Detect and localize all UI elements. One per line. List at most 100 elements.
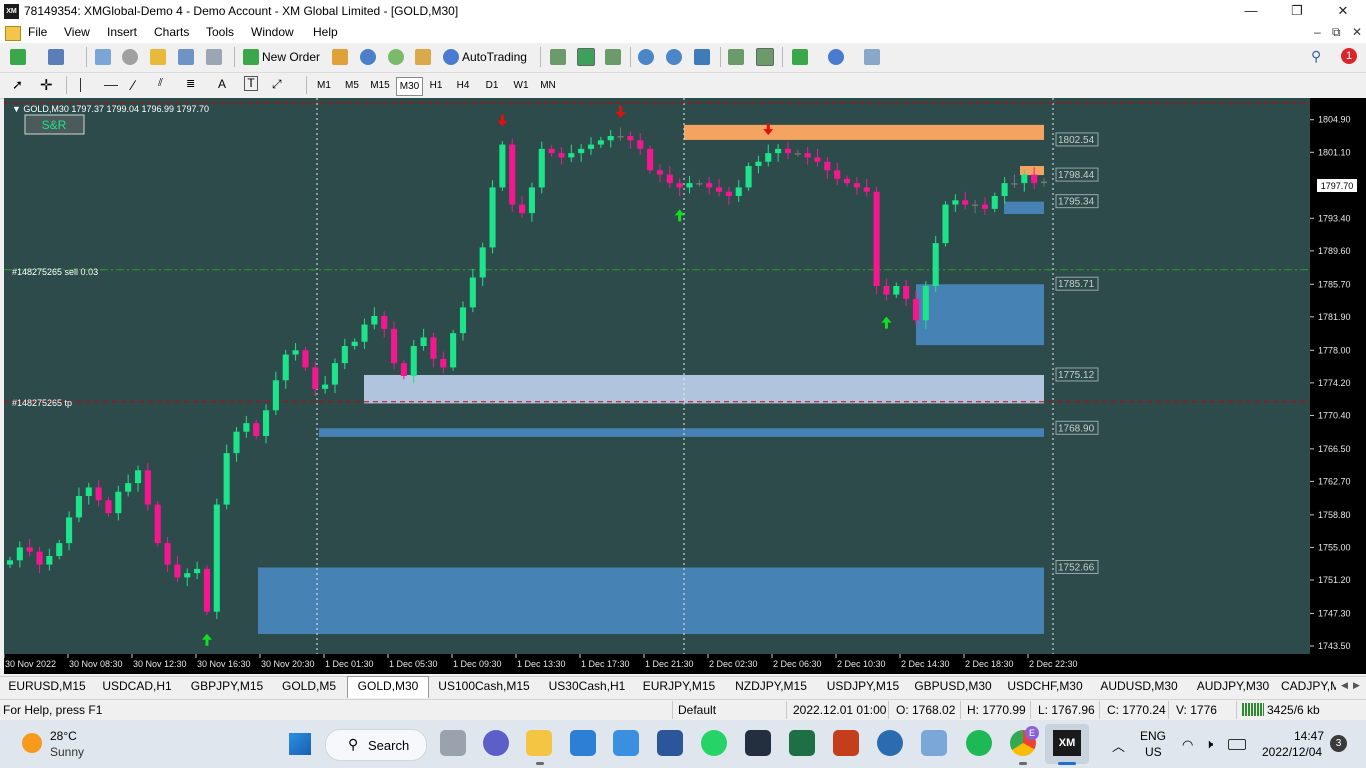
symbol-tab[interactable]: AUDUSD,M30 bbox=[1093, 677, 1185, 696]
text-label-icon[interactable]: T bbox=[244, 76, 258, 91]
timeframe-h1-button[interactable]: H1 bbox=[425, 77, 447, 94]
search-icon[interactable]: ⚲ bbox=[1311, 48, 1321, 65]
timeframe-w1-button[interactable]: W1 bbox=[509, 77, 533, 94]
candlestick-icon[interactable] bbox=[577, 48, 595, 66]
symbol-tab[interactable]: GOLD,M30 bbox=[347, 676, 429, 698]
timeframe-h4-button[interactable]: H4 bbox=[452, 77, 474, 94]
symbol-tab[interactable]: USDJPY,M15 bbox=[819, 677, 907, 696]
word-icon[interactable] bbox=[657, 730, 683, 756]
amazon-icon[interactable] bbox=[745, 730, 771, 756]
timeframe-m1-button[interactable]: M1 bbox=[312, 77, 336, 94]
symbol-tab[interactable]: CADJPY,M bbox=[1281, 677, 1336, 696]
minimize-button[interactable]: — bbox=[1228, 0, 1274, 23]
tab-scroll-left-button[interactable]: ◀ bbox=[1341, 680, 1348, 691]
templates-icon[interactable] bbox=[864, 49, 880, 65]
excel-icon[interactable] bbox=[789, 730, 815, 756]
teams-chat-icon[interactable] bbox=[483, 730, 509, 756]
education-icon[interactable] bbox=[877, 730, 903, 756]
spotify-icon[interactable] bbox=[966, 730, 992, 756]
clock-date[interactable]: 2022/12/04 bbox=[1262, 745, 1322, 759]
timeframe-m30-button[interactable]: M30 bbox=[396, 77, 423, 96]
battery-icon[interactable] bbox=[1228, 739, 1246, 750]
microsoft-store-icon[interactable] bbox=[613, 730, 639, 756]
zoom-in-icon[interactable] bbox=[638, 49, 654, 65]
windows-start-icon[interactable] bbox=[289, 733, 311, 755]
zoom-out-icon[interactable] bbox=[666, 49, 682, 65]
timeframe-mn-button[interactable]: MN bbox=[536, 77, 560, 94]
menu-file[interactable]: File bbox=[28, 25, 47, 39]
equidistant-channel-icon[interactable]: ⫽ bbox=[158, 77, 163, 90]
market-icon[interactable] bbox=[415, 49, 431, 65]
autotrading-button[interactable]: AutoTrading bbox=[440, 47, 532, 67]
data-window-icon[interactable] bbox=[122, 49, 138, 65]
strategy-tester-icon[interactable] bbox=[206, 49, 222, 65]
auto-scroll-icon[interactable] bbox=[756, 48, 774, 66]
symbol-tab[interactable]: EURJPY,M15 bbox=[635, 677, 723, 696]
menu-tools[interactable]: Tools bbox=[206, 25, 234, 39]
mdi-restore-button[interactable]: ⧉ bbox=[1332, 25, 1341, 40]
chart-window[interactable]: 1804.90 1801.10 1793.40 1789.60 1785.70 1781.… bbox=[4, 98, 1366, 674]
new-order-button[interactable]: New Order bbox=[240, 47, 322, 67]
fibonacci-icon[interactable]: ≣ bbox=[186, 77, 195, 90]
tile-windows-icon[interactable] bbox=[694, 49, 710, 65]
symbol-tab[interactable]: USDCHF,M30 bbox=[999, 677, 1091, 696]
cursor-icon[interactable]: ➚ bbox=[12, 77, 23, 93]
vertical-line-icon[interactable] bbox=[80, 78, 81, 92]
weather-description[interactable]: Sunny bbox=[50, 745, 84, 759]
symbol-tab[interactable]: USDCAD,H1 bbox=[93, 677, 181, 696]
symbol-tab[interactable]: GOLD,M5 bbox=[273, 677, 345, 696]
weather-temperature[interactable]: 28°C bbox=[50, 729, 77, 743]
bar-chart-icon[interactable] bbox=[550, 49, 566, 65]
symbol-tab[interactable]: GBPJPY,M15 bbox=[183, 677, 271, 696]
taskbar-search-box[interactable]: ⚲ Search bbox=[325, 729, 427, 761]
connection-status-icon[interactable] bbox=[1242, 703, 1264, 716]
symbol-tab[interactable]: EURUSD,M15 bbox=[3, 677, 91, 696]
menu-insert[interactable]: Insert bbox=[107, 25, 137, 39]
symbol-tab[interactable]: NZDJPY,M15 bbox=[725, 677, 817, 696]
periods-clock-icon[interactable] bbox=[828, 49, 844, 65]
wifi-icon[interactable]: ◠ bbox=[1182, 737, 1193, 753]
menu-window[interactable]: Window bbox=[251, 25, 294, 39]
mail-icon[interactable] bbox=[570, 730, 596, 756]
profiles-icon[interactable] bbox=[48, 49, 64, 65]
notification-count-badge[interactable]: 3 bbox=[1330, 735, 1347, 752]
chevron-up-icon[interactable]: ︿ bbox=[1112, 736, 1125, 755]
language-code[interactable]: ENG bbox=[1140, 729, 1166, 743]
clock-time[interactable]: 14:47 bbox=[1294, 729, 1324, 743]
stock-app-icon[interactable] bbox=[921, 730, 947, 756]
timeframe-m5-button[interactable]: M5 bbox=[340, 77, 364, 94]
timeframe-d1-button[interactable]: D1 bbox=[481, 77, 503, 94]
crosshair-icon[interactable]: ✛ bbox=[40, 76, 53, 94]
menu-view[interactable]: View bbox=[64, 25, 90, 39]
market-watch-icon[interactable] bbox=[95, 49, 111, 65]
tab-scroll-right-button[interactable]: ▶ bbox=[1353, 680, 1360, 691]
trendline-icon[interactable]: ∕ bbox=[132, 77, 134, 93]
keyboard-layout[interactable]: US bbox=[1145, 745, 1162, 759]
close-button[interactable]: ✕ bbox=[1320, 0, 1366, 23]
signals-icon[interactable] bbox=[388, 49, 404, 65]
mdi-close-button[interactable]: ✕ bbox=[1352, 25, 1362, 39]
powerpoint-icon[interactable] bbox=[833, 730, 859, 756]
terminal-icon[interactable] bbox=[178, 49, 194, 65]
text-tool-icon[interactable]: A bbox=[218, 77, 226, 91]
volume-icon[interactable]: 🕨 bbox=[1205, 736, 1213, 752]
whatsapp-icon[interactable] bbox=[701, 730, 727, 756]
menu-charts[interactable]: Charts bbox=[154, 25, 189, 39]
new-chart-icon[interactable] bbox=[10, 49, 26, 65]
task-view-icon[interactable] bbox=[440, 730, 466, 756]
symbol-tab[interactable]: US30Cash,H1 bbox=[541, 677, 633, 696]
maximize-button[interactable]: ❐ bbox=[1274, 0, 1320, 23]
community-icon[interactable] bbox=[360, 49, 376, 65]
symbol-tab[interactable]: GBPUSD,M30 bbox=[909, 677, 997, 696]
chrome-icon[interactable]: E bbox=[1010, 726, 1039, 756]
navigator-icon[interactable] bbox=[150, 49, 166, 65]
arrows-icon[interactable]: ⤢ bbox=[272, 77, 282, 92]
indicators-icon[interactable] bbox=[792, 49, 808, 65]
menu-help[interactable]: Help bbox=[313, 25, 338, 39]
file-explorer-icon[interactable] bbox=[526, 730, 552, 756]
mt4-taskbar-button[interactable]: XM bbox=[1045, 724, 1089, 764]
chart-shift-icon[interactable] bbox=[728, 49, 744, 65]
mdi-minimize-button[interactable]: – bbox=[1314, 25, 1321, 39]
line-chart-icon[interactable] bbox=[605, 49, 621, 65]
metaeditor-icon[interactable] bbox=[332, 49, 348, 65]
